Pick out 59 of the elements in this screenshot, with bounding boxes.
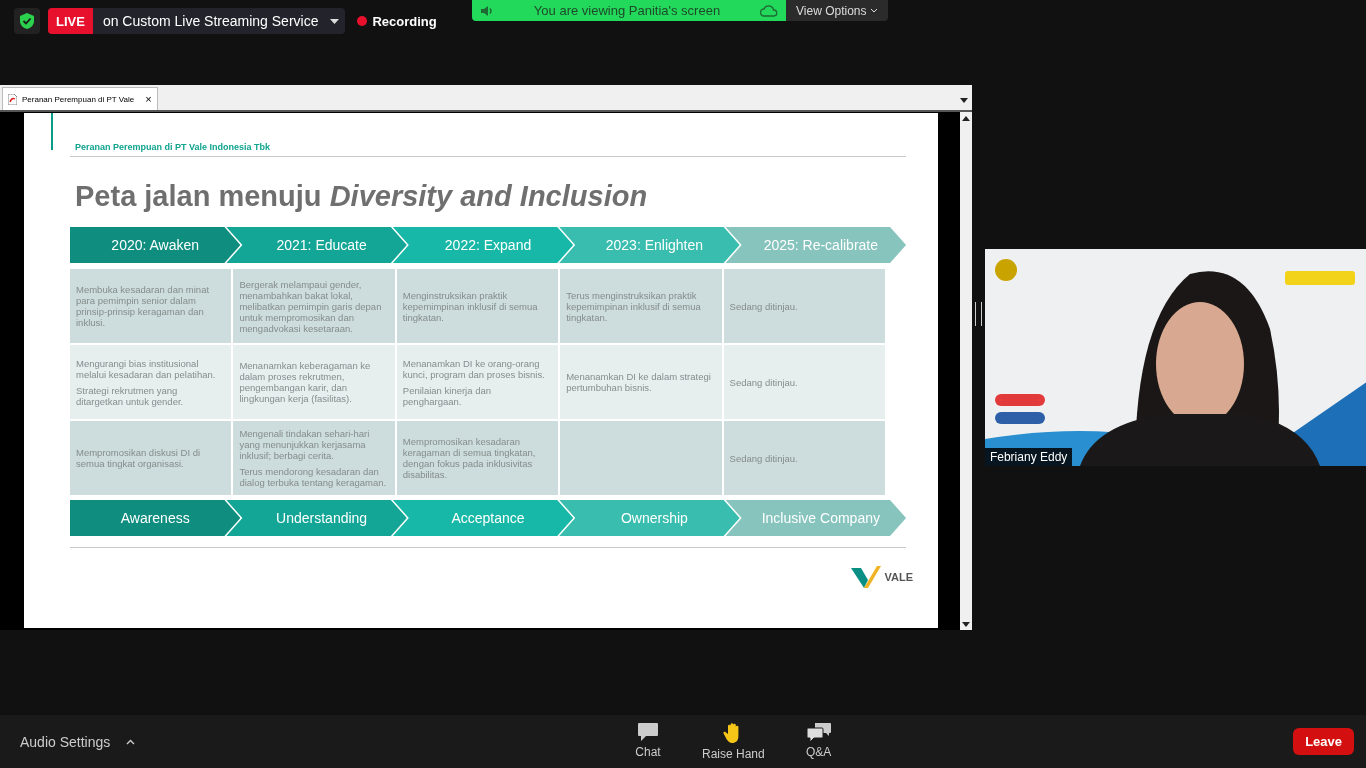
recording-label: Recording	[372, 13, 437, 29]
stage-chevron: 2021: Educate	[226, 227, 407, 263]
stage-chevron: 2025: Re-calibrate	[725, 227, 907, 263]
document-icon	[8, 93, 17, 105]
cell-text: Menanamkan keberagaman ke dalam proses rekrutmen, pengembangan karir, dan lingkungan kerja (fasilitas).	[239, 360, 372, 404]
audio-settings-button[interactable]: Audio Settings	[20, 733, 111, 750]
slide-title: Peta jalan menuju Diversity and Inclusion	[74, 180, 649, 213]
phase-chevron: Inclusive Company	[725, 500, 907, 536]
chat-icon	[637, 722, 659, 742]
document-tab[interactable]: Peranan Perempuan di PT Vale ×	[2, 87, 158, 110]
cell-text: Mempromosikan kesadaran keragaman di semua tingkatan, dengan fokus pada inklusivitas disabilitas.	[402, 436, 537, 480]
logo-text: VALE	[884, 571, 913, 583]
close-button[interactable]: ×	[145, 93, 152, 105]
cell-text: Sedang ditinjau.	[729, 376, 799, 388]
cell-text: Sedang ditinjau.	[729, 452, 799, 464]
cell-text: Mengurangi bias institusional melalui kesadaran dan pelatihan.	[76, 357, 217, 380]
caret-icon[interactable]	[126, 738, 136, 745]
tab-title[interactable]: Peranan Perempuan di PT Vale	[22, 94, 135, 104]
cell-text: Menginstruksikan praktik kepemimpinan inklusif di semua tingkatan.	[402, 289, 539, 323]
scrollbar[interactable]	[960, 112, 972, 630]
view-options-button[interactable]: View Options	[786, 0, 889, 21]
cell-text: Strategi rekrutmen yang ditargetkan untuk gender.	[76, 384, 185, 407]
stage-chevron: 2022: Expand	[392, 227, 574, 263]
cell-text: Menanamkan DI ke orang-orang kunci, program dan proses bisnis.	[402, 357, 546, 380]
phase-chevron: Understanding	[226, 500, 407, 536]
cell-text: Mengenali tindakan sehari-hari yang menunjukkan kerjasama inklusif; berbagi cerita.	[239, 428, 371, 461]
cell-text: Mempromosikan diskusi DI di semua tingkat organisasi.	[76, 447, 202, 469]
phase-chevron: Ownership	[559, 500, 740, 536]
leave-button[interactable]: Leave	[1293, 728, 1354, 755]
chevron-icon	[870, 8, 879, 13]
participant-name: Febriany Eddy	[984, 448, 1073, 466]
cell-text: Bergerak melampaui gender, menambahkan bakat lokal, melibatkan pemimpin garis depan untuk mempromosikan dan mengadvokasi kesetaraan.	[239, 278, 383, 334]
phase-chevron: Acceptance	[392, 500, 574, 536]
live-stream-button[interactable]: LIVE on Custom Live Streaming Service	[48, 8, 346, 34]
cell-text: Menanamkan DI ke dalam strategi pertumbuhan bisnis.	[566, 371, 712, 393]
scroll-up-icon[interactable]	[962, 116, 970, 121]
hand-button[interactable]: Raise Hand	[702, 722, 765, 761]
stage-chevron: 2020: Awaken	[70, 227, 241, 263]
phase-chevron: Awareness	[70, 500, 241, 536]
banner-text: You are viewing Panitia's screen	[533, 3, 721, 18]
caret-icon[interactable]	[330, 18, 340, 24]
cloud-icon	[760, 4, 778, 17]
cell-text: Membuka kesadaran dan minat para pemimpin senior dalam prinsip-prinsip keragaman dan inklusi.	[76, 284, 211, 328]
stage-chevron: 2023: Enlighten	[559, 227, 740, 263]
slide-header: Peranan Perempuan di PT Vale Indonesia Tbk	[74, 142, 272, 152]
qa-icon	[805, 722, 832, 742]
qa-button[interactable]: Q&A	[788, 722, 849, 761]
cell-text: Sedang ditinjau.	[729, 300, 799, 312]
scroll-down-icon[interactable]	[962, 622, 970, 627]
speaker-icon	[480, 4, 494, 17]
logo-icon	[851, 566, 882, 588]
cell-text: Terus menginstruksikan praktik kepemimpinan inklusif di semua tingkatan.	[566, 289, 702, 323]
resize-handle[interactable]	[975, 302, 982, 326]
cell-text: Terus mendorong kesadaran dan dialog terbuka tentang keragaman.	[239, 466, 388, 488]
chat-button[interactable]: Chat	[618, 722, 678, 761]
cell-text: Penilaian kinerja dan penghargaan.	[402, 384, 492, 407]
dropdown-icon[interactable]	[960, 98, 968, 103]
security-icon[interactable]	[14, 8, 40, 34]
recording-dot	[357, 16, 368, 26]
